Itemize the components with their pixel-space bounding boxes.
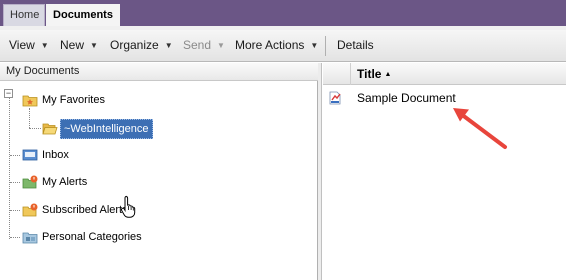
sort-ascending-icon: ▲: [384, 71, 392, 79]
title-column-header[interactable]: Title ▲: [357, 67, 391, 81]
annotation-arrow-icon: [453, 108, 507, 149]
tab-documents[interactable]: Documents: [46, 4, 120, 27]
tree-connector: [10, 182, 20, 183]
title-column-label: Title: [357, 67, 382, 81]
tree-item-label: Personal Categories: [42, 231, 142, 243]
collapse-toggle[interactable]: −: [4, 89, 13, 98]
tree-item-label: Subscribed Alerts: [42, 204, 128, 216]
view-menu-button[interactable]: View ▼: [9, 38, 49, 52]
view-label: View: [9, 38, 35, 52]
document-row[interactable]: Sample Document: [323, 88, 566, 108]
tree-item-label: ~WebIntelligence: [60, 119, 153, 139]
tree-connector: [29, 128, 41, 129]
chevron-down-icon: ▼: [217, 41, 225, 51]
column-header-row: Title ▲: [323, 63, 566, 85]
send-label: Send: [183, 38, 212, 52]
favorites-folder-icon: [22, 95, 38, 107]
chevron-down-icon: ▼: [40, 41, 49, 51]
webi-document-icon: [329, 91, 341, 105]
tree-connector: [10, 237, 20, 238]
tree-item-label: My Favorites: [42, 94, 105, 106]
panel-splitter[interactable]: [318, 63, 322, 280]
document-list-panel: Title ▲ Sample Document: [323, 63, 566, 280]
chevron-down-icon: ▼: [164, 41, 173, 51]
tree-connector: [10, 155, 20, 156]
new-menu-button[interactable]: New ▼: [60, 38, 98, 52]
toolbar: View ▼ New ▼ Organize ▼ Send ▼ More Actions ▼…: [0, 30, 566, 62]
details-button[interactable]: Details: [337, 38, 374, 52]
inbox-icon: [22, 149, 38, 161]
tree-item-label: Inbox: [42, 149, 69, 161]
organize-label: Organize: [110, 38, 159, 52]
open-folder-icon: [42, 123, 58, 135]
tab-bar: Home Documents: [0, 0, 566, 27]
chevron-down-icon: ▼: [310, 41, 319, 51]
organize-menu-button[interactable]: Organize ▼: [110, 38, 173, 52]
icon-column-header[interactable]: [323, 63, 351, 85]
tree-connector: [10, 210, 20, 211]
new-label: New: [60, 38, 85, 52]
categories-icon: [22, 232, 38, 244]
tree-item-label: My Alerts: [42, 176, 88, 188]
send-menu-button[interactable]: Send ▼: [183, 38, 225, 52]
more-actions-label: More Actions: [235, 38, 305, 52]
alerts-icon: [22, 175, 38, 189]
panel-header: My Documents: [0, 63, 318, 81]
folder-tree-panel: My Documents − My Favorites ~WebIntellig…: [0, 63, 318, 280]
subscribed-alerts-icon: [22, 203, 38, 217]
toolbar-divider: [325, 36, 326, 56]
tab-home[interactable]: Home: [3, 4, 45, 26]
hand-cursor-icon: [120, 195, 136, 218]
document-name: Sample Document: [357, 91, 456, 105]
tree-connector: [29, 108, 30, 128]
more-actions-menu-button[interactable]: More Actions ▼: [235, 38, 318, 52]
chevron-down-icon: ▼: [90, 41, 98, 51]
tree-connector: [9, 97, 10, 239]
